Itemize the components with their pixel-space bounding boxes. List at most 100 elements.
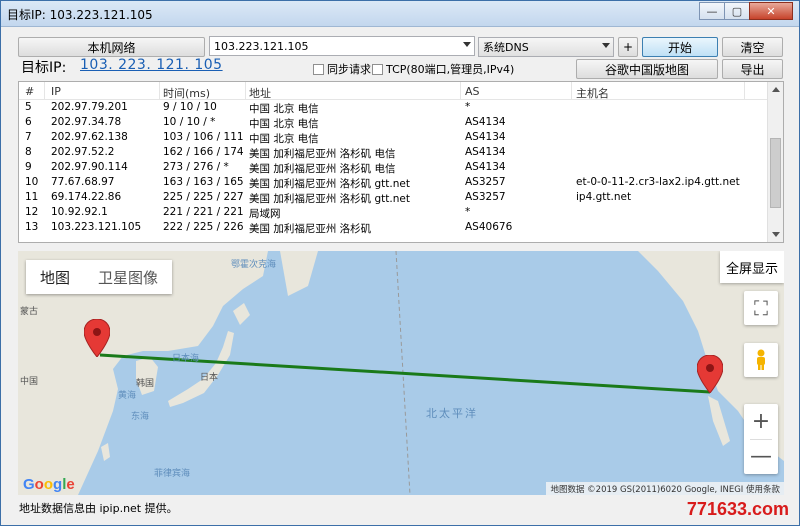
table-cell: * bbox=[465, 206, 471, 218]
chevron-down-icon bbox=[602, 43, 610, 48]
dns-select[interactable]: 系统DNS bbox=[478, 37, 614, 57]
ip-input-value: 103.223.121.105 bbox=[214, 39, 309, 53]
fullscreen-text-button[interactable]: 全屏显示 bbox=[720, 251, 784, 283]
table-cell: 202.97.62.138 bbox=[51, 131, 128, 143]
column-header[interactable]: IP bbox=[51, 85, 61, 98]
sync-request-checkbox[interactable]: 同步请求 bbox=[313, 61, 371, 77]
export-button[interactable]: 导出 bbox=[722, 59, 783, 79]
table-cell: 5 bbox=[25, 101, 32, 113]
map-label-okhotsk: 鄂霍次克海 bbox=[231, 260, 277, 270]
zoom-divider bbox=[750, 439, 772, 440]
google-china-map-button[interactable]: 谷歌中国版地图 bbox=[576, 59, 718, 79]
vertical-scrollbar[interactable] bbox=[767, 82, 783, 242]
zoom-in-button[interactable]: + bbox=[744, 404, 778, 439]
map-attribution[interactable]: 地图数据 ©2019 GS(2011)6020 Google, INEGI 使用… bbox=[546, 482, 784, 495]
scroll-up-icon[interactable] bbox=[772, 87, 780, 92]
column-divider[interactable] bbox=[460, 82, 461, 100]
column-divider[interactable] bbox=[159, 82, 160, 100]
table-cell: AS3257 bbox=[465, 176, 506, 188]
add-dns-button[interactable]: + bbox=[618, 37, 638, 57]
map-label-korea: 韩国 bbox=[136, 379, 155, 389]
table-cell: AS4134 bbox=[465, 146, 506, 158]
satellite-tab[interactable]: 卫星图像 bbox=[84, 260, 172, 294]
table-cell: 11 bbox=[25, 191, 39, 203]
column-divider[interactable] bbox=[571, 82, 572, 100]
table-cell: 中国 北京 电信 bbox=[249, 133, 319, 145]
watermark: 771633.com bbox=[686, 499, 789, 519]
column-header[interactable]: AS bbox=[465, 85, 480, 98]
table-cell: 77.67.68.97 bbox=[51, 176, 115, 188]
map-label-philippine-sea: 菲律宾海 bbox=[154, 469, 191, 479]
column-header[interactable]: # bbox=[25, 85, 34, 98]
column-divider[interactable] bbox=[245, 82, 246, 100]
table-cell: 8 bbox=[25, 146, 32, 158]
tcp-checkbox[interactable]: TCP(80端口,管理员,IPv4) bbox=[372, 61, 514, 77]
table-cell: 美国 加利福尼亚州 洛杉矶 gtt.net bbox=[249, 193, 410, 205]
table-cell: AS4134 bbox=[465, 131, 506, 143]
minimize-button[interactable]: — bbox=[699, 2, 725, 20]
table-cell: 中国 北京 电信 bbox=[249, 118, 319, 130]
table-cell: 局域网 bbox=[249, 208, 281, 220]
ip-input[interactable]: 103.223.121.105 bbox=[209, 36, 475, 56]
map-tab[interactable]: 地图 bbox=[26, 260, 84, 294]
table-row[interactable]: 11 69.174.22.86 225 / 225 / 227 美国 加利福尼亚州 洛… bbox=[19, 190, 769, 205]
table-cell: * bbox=[465, 101, 471, 113]
column-divider[interactable] bbox=[44, 82, 45, 100]
table-cell: 163 / 163 / 165 bbox=[163, 176, 244, 188]
pegman-icon[interactable] bbox=[744, 343, 778, 377]
table-row[interactable]: 10 77.67.68.97 163 / 163 / 165 美国 加利福尼亚州 洛杉… bbox=[19, 175, 769, 190]
table-cell: 202.97.79.201 bbox=[51, 101, 128, 113]
table-header: # IP 时间(ms) 地址 AS 主机名 bbox=[19, 82, 769, 100]
window-title: 目标IP: 103.223.121.105 bbox=[7, 8, 153, 22]
destination-marker-icon[interactable] bbox=[697, 355, 723, 393]
column-header[interactable]: 时间(ms) bbox=[163, 85, 210, 101]
table-row[interactable]: 6 202.97.34.78 10 / 10 / * 中国 北京 电信 AS4134 bbox=[19, 115, 769, 130]
table-cell: 103.223.121.105 bbox=[51, 221, 142, 233]
target-ip-link[interactable]: 103. 223. 121. 105 bbox=[80, 57, 223, 73]
close-button[interactable]: ✕ bbox=[749, 2, 793, 20]
table-cell: 美国 加利福尼亚州 洛杉矶 gtt.net bbox=[249, 178, 410, 190]
table-row[interactable]: 12 10.92.92.1 221 / 221 / 221 局域网 * bbox=[19, 205, 769, 220]
table-cell: et-0-0-11-2.cr3-lax2.ip4.gtt.net bbox=[576, 176, 740, 188]
title-bar: 目标IP: 103.223.121.105 — ▢ ✕ bbox=[1, 1, 799, 27]
table-cell: 6 bbox=[25, 116, 32, 128]
checkbox-icon bbox=[313, 63, 324, 75]
status-text: 地址数据信息由 ipip.net 提供。 bbox=[19, 502, 178, 515]
column-header[interactable]: 地址 bbox=[249, 85, 271, 101]
column-header[interactable]: 主机名 bbox=[576, 85, 609, 101]
start-button[interactable]: 开始 bbox=[642, 37, 718, 57]
table-cell: ip4.gtt.net bbox=[576, 191, 632, 203]
table-row[interactable]: 8 202.97.52.2 162 / 166 / 174 美国 加利福尼亚州 洛杉矶… bbox=[19, 145, 769, 160]
route-map[interactable]: 地图 卫星图像 全屏显示 ⛶ + — 蒙古 中国 韩国 日本 日本海 黄海 东海… bbox=[18, 251, 784, 495]
scroll-thumb[interactable] bbox=[770, 138, 781, 208]
local-network-button[interactable]: 本机网络 bbox=[18, 37, 205, 57]
table-cell: 202.97.90.114 bbox=[51, 161, 128, 173]
pegman-icon bbox=[757, 349, 765, 370]
tcp-label: TCP(80端口,管理员,IPv4) bbox=[386, 63, 515, 76]
table-cell: 9 / 10 / 10 bbox=[163, 101, 217, 113]
column-divider[interactable] bbox=[744, 82, 745, 100]
map-label-north-pacific: 北太平洋 bbox=[426, 407, 478, 420]
table-cell: 222 / 225 / 226 bbox=[163, 221, 244, 233]
window-controls: — ▢ ✕ bbox=[699, 2, 793, 20]
origin-marker-icon[interactable] bbox=[84, 319, 110, 357]
fullscreen-icon[interactable]: ⛶ bbox=[744, 291, 778, 325]
maximize-button[interactable]: ▢ bbox=[724, 2, 750, 20]
table-row[interactable]: 9 202.97.90.114 273 / 276 / * 美国 加利福尼亚州 洛杉矶… bbox=[19, 160, 769, 175]
table-row[interactable]: 7 202.97.62.138 103 / 106 / 111 中国 北京 电信 AS4… bbox=[19, 130, 769, 145]
app-window: 目标IP: 103.223.121.105 — ▢ ✕ 本机网络 103.223… bbox=[0, 0, 800, 526]
table-row[interactable]: 13 103.223.121.105 222 / 225 / 226 美国 加利福尼亚… bbox=[19, 220, 769, 235]
table-row[interactable]: 5 202.97.79.201 9 / 10 / 10 中国 北京 电信 * bbox=[19, 100, 769, 115]
clear-button[interactable]: 清空 bbox=[722, 37, 783, 57]
target-ip-label: 目标IP: bbox=[21, 60, 67, 76]
google-logo: Google bbox=[23, 476, 75, 493]
checkbox-icon bbox=[372, 63, 383, 75]
map-label-mongolia: 蒙古 bbox=[20, 307, 39, 317]
table-cell: 7 bbox=[25, 131, 32, 143]
zoom-out-button[interactable]: — bbox=[744, 439, 778, 474]
sync-request-label: 同步请求 bbox=[327, 63, 371, 76]
trace-table[interactable]: # IP 时间(ms) 地址 AS 主机名 5 202.97.79.201 9 / … bbox=[18, 81, 784, 243]
scroll-down-icon[interactable] bbox=[772, 232, 780, 237]
table-cell: 162 / 166 / 174 bbox=[163, 146, 244, 158]
dns-select-value: 系统DNS bbox=[483, 41, 529, 54]
